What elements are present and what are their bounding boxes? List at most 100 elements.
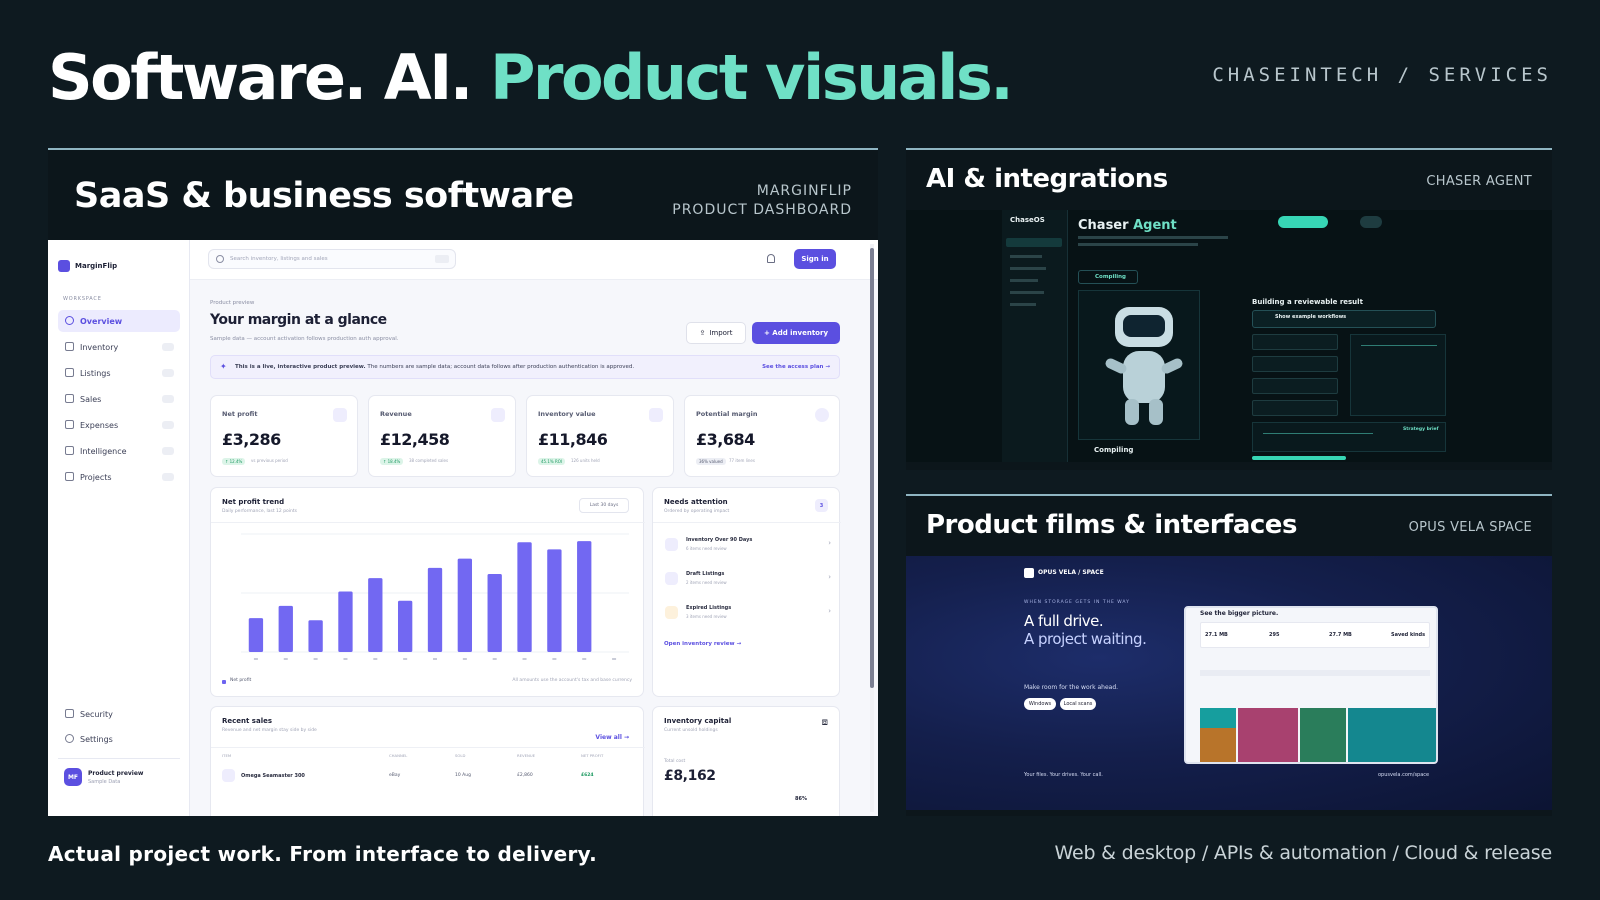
nav-projects[interactable]: Projects <box>58 466 180 488</box>
bell-icon[interactable] <box>762 250 780 268</box>
ai-sidebar: ChaseOS <box>1002 210 1068 462</box>
ai-task[interactable] <box>1252 356 1338 372</box>
chart-bar[interactable] <box>278 605 293 652</box>
chart-footnote: All amounts use the account's tax and ba… <box>512 678 632 683</box>
bell-icon <box>665 538 678 551</box>
kpi-value: £11,846 <box>538 430 608 449</box>
ai-task[interactable] <box>1252 400 1338 416</box>
chart-bar[interactable] <box>457 558 473 652</box>
import-button[interactable]: ⇪ Import <box>686 322 746 344</box>
avatar[interactable]: MF <box>64 768 82 786</box>
ai-compiling-label: Compiling <box>1094 446 1134 454</box>
nav-badge <box>162 395 174 403</box>
access-plan-link[interactable]: See the access plan → <box>762 364 830 370</box>
user-name: Product preview <box>88 770 144 777</box>
chart-bar[interactable] <box>577 541 592 652</box>
search-input[interactable]: Search inventory, listings and sales <box>208 249 456 269</box>
x-tick <box>253 658 258 660</box>
promo-url[interactable]: opusvela.com/space <box>1378 772 1429 778</box>
windows-pill[interactable]: Windows <box>1024 698 1056 710</box>
chart-bar[interactable] <box>547 549 562 652</box>
treemap-cell[interactable] <box>1200 728 1236 762</box>
dashboard-screenshot: MarginFlip WORKSPACE Overview Inventory … <box>48 240 878 816</box>
recent-sales-card: Recent sales Revenue and net margin stay… <box>210 706 645 816</box>
chart-bar[interactable] <box>368 578 383 652</box>
ai-task[interactable] <box>1252 334 1338 350</box>
add-inventory-button[interactable]: + Add inventory <box>752 322 840 344</box>
nav-overview[interactable]: Overview <box>58 310 180 332</box>
footer-services: Web & desktop / APIs & automation / Clou… <box>1054 842 1553 864</box>
dashboard-sidebar: MarginFlip WORKSPACE Overview Inventory … <box>48 240 190 816</box>
ai-panel-title: AI & integrations <box>926 164 1168 194</box>
ai-desc-line <box>1078 243 1198 246</box>
nav-inventory[interactable]: Inventory <box>58 336 180 358</box>
col-revenue: REVENUE <box>517 753 536 758</box>
attention-count: 3 <box>815 499 828 512</box>
chart-bar[interactable] <box>248 618 264 652</box>
chart-bar[interactable] <box>397 600 413 652</box>
range-select[interactable]: Last 30 days <box>579 498 629 513</box>
nav-expenses[interactable]: Expenses <box>58 414 180 436</box>
table-row[interactable]: Omega Seamaster 300 eBay 10 Aug £2,860 £… <box>211 763 645 789</box>
local-scans-pill[interactable]: Local scans <box>1060 698 1096 710</box>
headline: Software. AI. Product visuals. <box>48 41 1014 114</box>
workflow-select[interactable]: Show example workflows <box>1252 310 1436 328</box>
ai-nav-item[interactable] <box>1010 279 1038 282</box>
treemap-cell[interactable] <box>1300 708 1346 762</box>
nav-listings[interactable]: Listings <box>58 362 180 384</box>
col-sold: SOLD <box>455 753 466 758</box>
ai-primary-button[interactable] <box>1278 216 1328 228</box>
legend-row <box>1200 670 1430 676</box>
nav-intelligence[interactable]: Intelligence <box>58 440 180 462</box>
nav-security[interactable]: Security <box>58 703 180 725</box>
ai-panel: AI & integrations CHASER AGENT ChaseOS C… <box>906 148 1552 470</box>
marginflip-logo-icon <box>58 260 70 272</box>
ai-nav-item[interactable] <box>1010 303 1036 306</box>
shortcut-hint <box>435 255 449 263</box>
chart-bar[interactable] <box>308 620 323 652</box>
ai-toggle[interactable] <box>1360 216 1382 228</box>
chaseos-logo: ChaseOS <box>1010 216 1045 224</box>
ai-nav-item[interactable] <box>1010 267 1046 270</box>
chart-bar[interactable] <box>517 542 532 652</box>
saas-panel: SaaS & business software MARGINFLIP PROD… <box>48 148 878 816</box>
scrollbar-thumb[interactable] <box>870 248 874 688</box>
headline-part1: Software. AI. <box>48 41 473 114</box>
view-all-link[interactable]: View all → <box>595 734 629 741</box>
attention-item[interactable]: Inventory Over 90 Days 6 items need revi… <box>659 530 835 560</box>
bell-icon <box>665 572 678 585</box>
kpi-value: £12,458 <box>380 430 450 449</box>
chevron-right-icon: › <box>828 607 831 615</box>
nav-badge <box>162 447 174 455</box>
needs-attention-card: Needs attention Ordered by operating imp… <box>652 487 841 697</box>
treemap-cell[interactable] <box>1200 708 1236 728</box>
ai-task[interactable] <box>1252 378 1338 394</box>
x-tick <box>492 658 497 660</box>
chart-bar[interactable] <box>487 574 502 652</box>
search-icon <box>216 255 224 263</box>
nav-settings[interactable]: Settings <box>58 728 180 750</box>
treemap-cell[interactable] <box>1348 708 1436 762</box>
preview-banner: ✦ This is a live, interactive product pr… <box>210 355 840 379</box>
promo-line2: A project waiting. <box>1024 630 1147 648</box>
inventory-review-link[interactable]: Open inventory review → <box>664 641 741 647</box>
saas-panel-title: SaaS & business software <box>74 176 574 216</box>
attention-item[interactable]: Expired Listings 3 items need review › <box>659 598 835 628</box>
chart-bar[interactable] <box>338 591 353 652</box>
chevron-right-icon: › <box>828 573 831 581</box>
sign-in-button[interactable]: Sign in <box>794 249 836 269</box>
treemap-cell[interactable] <box>1238 708 1298 762</box>
scrollbar-track[interactable] <box>870 244 874 812</box>
ai-nav-active[interactable] <box>1006 238 1062 247</box>
robot-illustration <box>1078 290 1200 440</box>
saas-panel-subtitle: MARGINFLIP PRODUCT DASHBOARD <box>672 182 852 220</box>
ai-nav-item[interactable] <box>1010 291 1044 294</box>
chart-bar[interactable] <box>427 567 443 652</box>
ai-nav-item[interactable] <box>1010 255 1042 258</box>
attention-item[interactable]: Draft Listings 2 items need review › <box>659 564 835 594</box>
opus-logo: OPUS VELA / SPACE <box>1038 569 1104 576</box>
gear-icon <box>65 734 74 743</box>
ai-progress-bar <box>1252 456 1346 460</box>
nav-sales[interactable]: Sales <box>58 388 180 410</box>
trend-up-icon <box>333 408 347 422</box>
